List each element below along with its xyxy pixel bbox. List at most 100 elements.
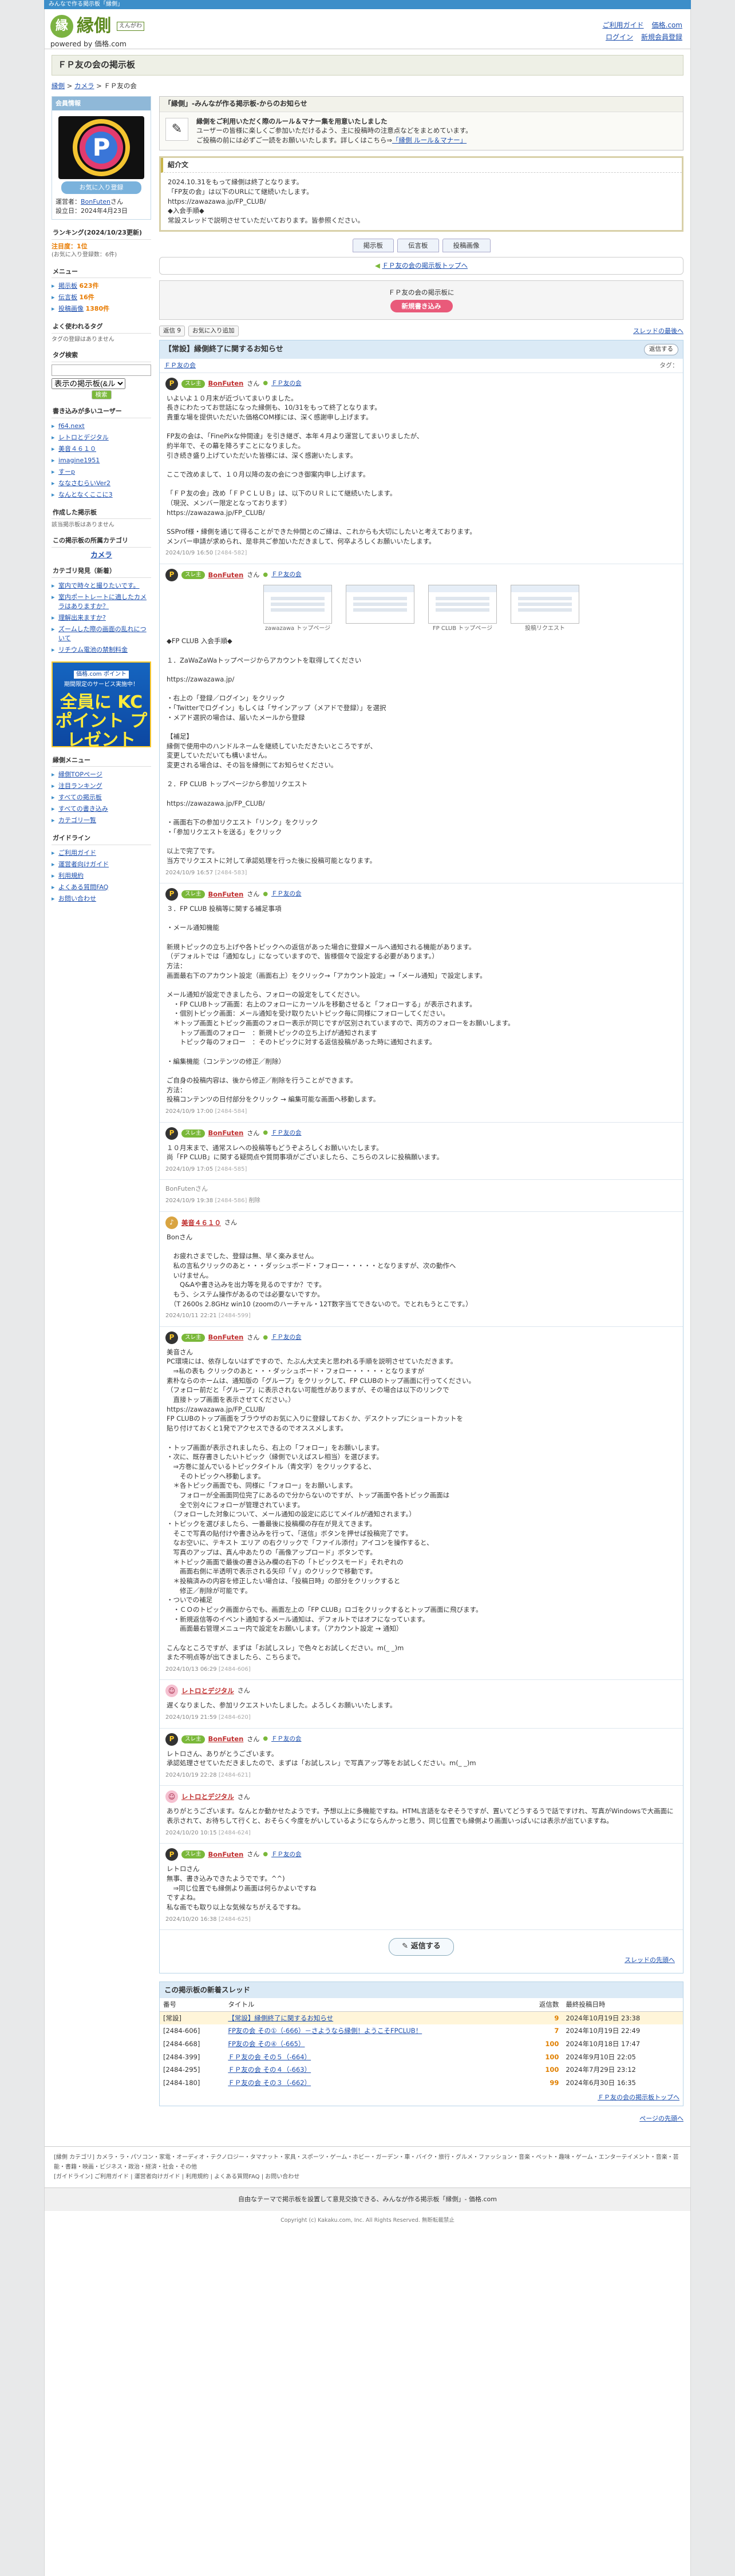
post-group-link[interactable]: ＦＰ友の会 bbox=[271, 1333, 302, 1342]
post-group-link[interactable]: ＦＰ友の会 bbox=[271, 570, 302, 579]
user-avatar-icon[interactable]: ☺ bbox=[165, 1790, 178, 1804]
member-item[interactable]: f64.next bbox=[52, 421, 151, 432]
user-avatar-icon[interactable]: ♪ bbox=[165, 1216, 178, 1229]
thread-end-link[interactable]: スレッドの最後へ bbox=[633, 327, 683, 336]
tag-search-input[interactable] bbox=[52, 364, 151, 376]
table-row[interactable]: [2484-180] ＦＰ友の会 その３（-662） 99 2024年6月30日… bbox=[160, 2076, 683, 2090]
reply-bottom-button[interactable]: ✎ 返信する bbox=[389, 1938, 454, 1956]
post-group-link[interactable]: ＦＰ友の会 bbox=[271, 1129, 302, 1138]
post-user-link[interactable]: BonFuten bbox=[208, 1850, 244, 1860]
user-avatar-icon[interactable]: P bbox=[165, 1848, 178, 1861]
member-link[interactable]: imagine1951 bbox=[58, 457, 100, 464]
guide-link[interactable]: ご利用ガイド bbox=[58, 849, 96, 857]
member-item[interactable]: imagine1951 bbox=[52, 455, 151, 466]
post-user-link[interactable]: レトロとデジタル bbox=[181, 1686, 234, 1696]
tab-images[interactable]: 投稿画像 bbox=[442, 238, 491, 253]
post-group-link[interactable]: ＦＰ友の会 bbox=[271, 1735, 302, 1743]
guide-link[interactable]: お問い合わせ bbox=[58, 895, 96, 902]
breadcrumb-engawa[interactable]: 縁側 bbox=[52, 82, 65, 90]
related-item[interactable]: 室内ポートレートに適したカメラはありますか？ bbox=[52, 592, 151, 612]
tag-scope-select[interactable]: 表示の掲示板(&ル bbox=[52, 378, 125, 389]
add-favorite-button[interactable]: お気に入り登録 bbox=[61, 181, 141, 195]
table-row[interactable]: [2484-668] FP友の会 その④（-665） 100 2024年10月1… bbox=[160, 2038, 683, 2051]
engawa-menu-link[interactable]: すべての掲示板 bbox=[58, 794, 102, 801]
related-link[interactable]: リチウム電池の禁制料金 bbox=[58, 646, 128, 653]
member-link[interactable]: なんとなくここに3 bbox=[58, 491, 113, 498]
guide-item[interactable]: 利用規約 bbox=[52, 870, 151, 882]
rules-link[interactable]: 「縁側 ルール＆マナー」 bbox=[392, 136, 467, 144]
engawa-menu-item[interactable]: 縁側TOPページ bbox=[52, 769, 151, 780]
post-user-link[interactable]: レトロとデジタル bbox=[181, 1792, 234, 1802]
tab-message[interactable]: 伝言板 bbox=[397, 238, 439, 253]
user-avatar-icon[interactable]: P bbox=[165, 1331, 178, 1344]
guide-link[interactable]: 利用規約 bbox=[58, 872, 84, 879]
post-user-link[interactable]: BonFuten bbox=[208, 1128, 244, 1138]
table-row[interactable]: [常設] 【常設】縁側終了に関するお知らせ 9 2024年10月19日 23:3… bbox=[160, 2011, 683, 2025]
member-item[interactable]: なんとなくここに3 bbox=[52, 489, 151, 501]
menu-images-link[interactable]: 投稿画像 bbox=[58, 305, 84, 312]
table-row[interactable]: [2484-295] ＦＰ友の会 その４（-663） 100 2024年7月29… bbox=[160, 2063, 683, 2076]
user-avatar-icon[interactable]: P bbox=[165, 888, 178, 901]
table-row[interactable]: [2484-399] ＦＰ友の会 その５（-664） 100 2024年9月10… bbox=[160, 2051, 683, 2064]
logo[interactable]: 縁 縁側 えんがわ bbox=[50, 14, 685, 39]
recent-top-link[interactable]: ＦＰ友の会の掲示板トップへ bbox=[598, 2094, 679, 2101]
post-user-link[interactable]: BonFuten bbox=[208, 379, 244, 389]
member-item[interactable]: 美音４６１０ bbox=[52, 443, 151, 455]
guide-item[interactable]: 運営者向けガイド bbox=[52, 859, 151, 870]
member-item[interactable]: ななさむらいVer2 bbox=[52, 478, 151, 489]
member-link[interactable]: すーp bbox=[58, 468, 75, 475]
member-item[interactable]: レトロとデジタル bbox=[52, 432, 151, 443]
user-avatar-icon[interactable]: P bbox=[165, 1127, 178, 1140]
user-avatar-icon[interactable]: P bbox=[165, 568, 178, 581]
user-avatar-icon[interactable]: P bbox=[165, 377, 178, 390]
engawa-menu-link[interactable]: すべての書き込み bbox=[58, 805, 108, 813]
post-user-link[interactable]: BonFuten bbox=[208, 1333, 244, 1342]
tag-search-button[interactable]: 検索 bbox=[91, 390, 112, 399]
screenshot-thumb[interactable] bbox=[346, 584, 414, 633]
fav-add-button[interactable]: お気に入り追加 bbox=[188, 326, 239, 337]
related-link[interactable]: ズームした際の画面の乱れについて bbox=[58, 625, 147, 642]
kc-point-banner[interactable]: 価格.com ポイント 期間限定のサービス実施中！ 全員に KCポイント プレゼ… bbox=[52, 661, 151, 750]
screenshot-thumb[interactable]: 投稿リクエスト bbox=[511, 584, 579, 633]
post-group-link[interactable]: ＦＰ友の会 bbox=[271, 890, 302, 898]
related-item[interactable]: リチウム電池の禁制料金 bbox=[52, 644, 151, 656]
member-link[interactable]: レトロとデジタル bbox=[58, 434, 109, 441]
breadcrumb-camera[interactable]: カメラ bbox=[74, 82, 94, 90]
menu-board-link[interactable]: 掲示板 bbox=[58, 282, 77, 290]
member-link[interactable]: ななさむらいVer2 bbox=[58, 479, 110, 487]
row-title-link[interactable]: ＦＰ友の会 その５（-664） bbox=[228, 2053, 311, 2061]
thread-category-link[interactable]: ＦＰ友の会 bbox=[164, 361, 196, 370]
screenshot-thumb[interactable]: zawazawa トップページ bbox=[263, 584, 332, 633]
guide-item[interactable]: お問い合わせ bbox=[52, 893, 151, 905]
menu-message-link[interactable]: 伝言板 bbox=[58, 294, 77, 301]
guide-link[interactable]: 運営者向けガイド bbox=[58, 861, 109, 868]
related-link[interactable]: 理解出来ますか? bbox=[58, 614, 106, 621]
row-title-link[interactable]: FP友の会 その④（-665） bbox=[228, 2040, 305, 2048]
engawa-menu-item[interactable]: カテゴリ一覧 bbox=[52, 815, 151, 826]
post-user-link[interactable]: BonFuten bbox=[208, 570, 244, 580]
row-title-link[interactable]: FP友の会 その①（-666）－さようなら縁側！ようこそFPCLUB！ bbox=[228, 2027, 422, 2035]
register-link[interactable]: 新規会員登録 bbox=[641, 33, 682, 41]
user-avatar-icon[interactable]: ☺ bbox=[165, 1685, 178, 1698]
screenshot-thumb[interactable]: FP CLUB トップページ bbox=[428, 584, 497, 633]
guide-link[interactable]: よくある質問FAQ bbox=[58, 883, 108, 891]
menu-item-images[interactable]: 投稿画像 1380件 bbox=[52, 303, 151, 315]
new-post-button[interactable]: 新規書き込み bbox=[390, 299, 453, 313]
tab-board[interactable]: 掲示板 bbox=[352, 238, 394, 253]
engawa-menu-link[interactable]: カテゴリ一覧 bbox=[58, 817, 96, 824]
post-user-link[interactable]: 美音４６１０ bbox=[181, 1218, 221, 1228]
guide-item[interactable]: ご利用ガイド bbox=[52, 847, 151, 859]
related-item[interactable]: ズームした際の画面の乱れについて bbox=[52, 624, 151, 644]
related-link[interactable]: 室内ポートレートに適したカメラはありますか？ bbox=[58, 593, 147, 610]
row-title-link[interactable]: 【常設】縁側終了に関するお知らせ bbox=[228, 2014, 333, 2022]
member-link[interactable]: 美音４６１０ bbox=[58, 445, 96, 453]
post-group-link[interactable]: ＦＰ友の会 bbox=[271, 379, 302, 388]
guide-link[interactable]: ご利用ガイド bbox=[603, 21, 644, 29]
related-item[interactable]: 室内で時々と撮りたいです。 bbox=[52, 580, 151, 592]
user-avatar-icon[interactable]: P bbox=[165, 1733, 178, 1746]
thread-top-link[interactable]: スレッドの先頭へ bbox=[625, 1956, 675, 1964]
engawa-menu-item[interactable]: すべての掲示板 bbox=[52, 792, 151, 803]
page-top-link[interactable]: ページの先頭へ bbox=[639, 2115, 683, 2122]
post-group-link[interactable]: ＦＰ友の会 bbox=[271, 1850, 302, 1859]
row-title-link[interactable]: ＦＰ友の会 その４（-663） bbox=[228, 2066, 311, 2074]
